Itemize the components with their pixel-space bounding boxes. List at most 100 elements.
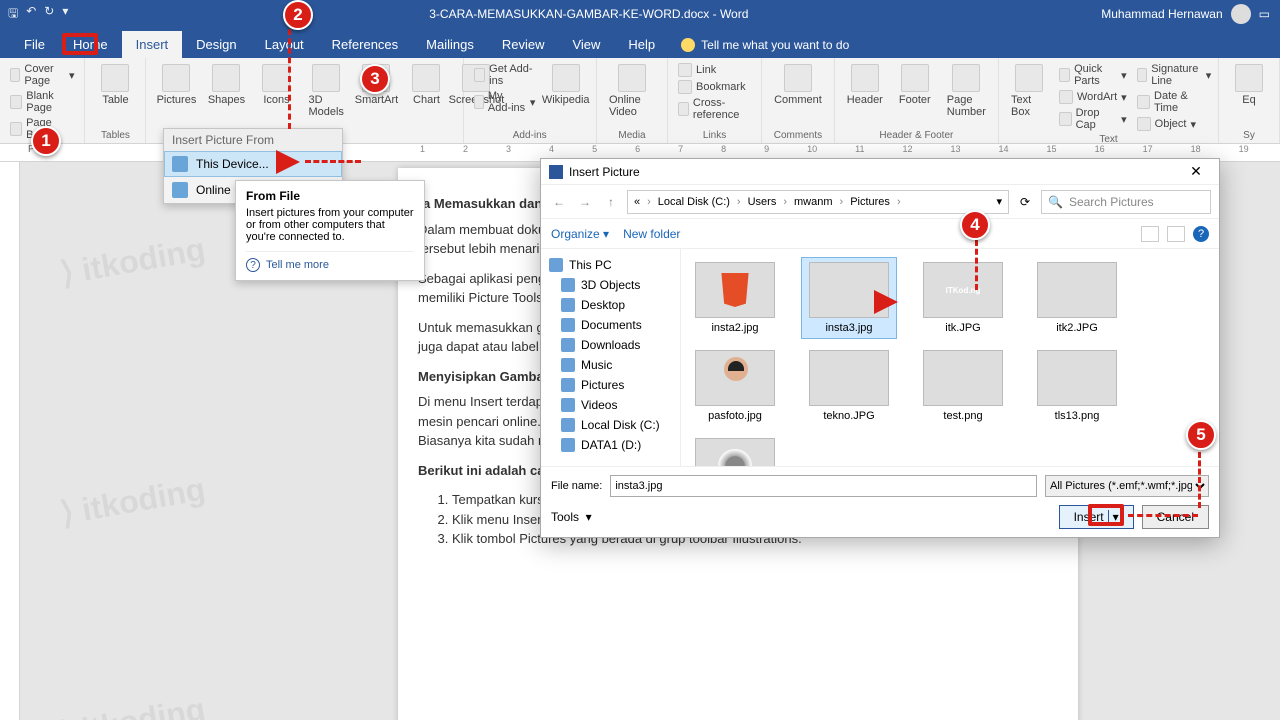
side-node[interactable]: DATA1 (D:) bbox=[545, 435, 676, 455]
link-button[interactable]: Link bbox=[676, 62, 753, 78]
tab-design[interactable]: Design bbox=[182, 31, 250, 58]
tab-file[interactable]: File bbox=[10, 31, 59, 58]
file-item[interactable]: pasfoto.jpg bbox=[687, 345, 783, 427]
equation-button[interactable]: Eq bbox=[1227, 62, 1271, 108]
forward-button[interactable]: → bbox=[575, 195, 595, 209]
new-folder-button[interactable]: New folder bbox=[623, 227, 680, 241]
cross-reference-button[interactable]: Cross-reference bbox=[676, 96, 753, 122]
footer-icon bbox=[901, 64, 929, 92]
tell-me-search[interactable]: Tell me what you want to do bbox=[669, 32, 861, 58]
side-node[interactable]: 3D Objects bbox=[545, 275, 676, 295]
file-item[interactable]: test.png bbox=[915, 345, 1011, 427]
pictures-button[interactable]: Pictures bbox=[154, 62, 198, 108]
chart-button[interactable]: Chart bbox=[404, 62, 448, 108]
signature-line-button[interactable]: Signature Line ▾ bbox=[1135, 62, 1214, 88]
file-item[interactable]: tls13.png bbox=[1029, 345, 1125, 427]
qat-customize-icon[interactable]: ▾ bbox=[62, 4, 68, 25]
file-thumbnail bbox=[809, 350, 889, 406]
header-button[interactable]: Header bbox=[843, 62, 887, 108]
quickparts-icon bbox=[1059, 68, 1070, 82]
side-node[interactable]: Desktop bbox=[545, 295, 676, 315]
view-button[interactable] bbox=[1141, 226, 1159, 242]
side-node[interactable]: Music bbox=[545, 355, 676, 375]
side-node[interactable]: This PC bbox=[545, 255, 676, 275]
insert-picture-dialog: Insert Picture ✕ ← → ↑ « Local Disk (C:)… bbox=[540, 158, 1220, 538]
online-video-button[interactable]: Online Video bbox=[605, 62, 659, 120]
side-node[interactable]: Downloads bbox=[545, 335, 676, 355]
bookmark-button[interactable]: Bookmark bbox=[676, 79, 753, 95]
shapes-button[interactable]: Shapes bbox=[204, 62, 248, 108]
date-time-button[interactable]: Date & Time bbox=[1135, 89, 1214, 115]
folder-icon bbox=[561, 378, 575, 392]
tab-mailings[interactable]: Mailings bbox=[412, 31, 488, 58]
dialog-titlebar: Insert Picture ✕ bbox=[541, 159, 1219, 185]
close-button[interactable]: ✕ bbox=[1181, 163, 1211, 180]
cancel-button[interactable]: Cancel bbox=[1142, 505, 1209, 529]
dialog-footer: File name: All Pictures (*.emf;*.wmf;*.j… bbox=[541, 466, 1219, 537]
side-node[interactable]: Videos bbox=[545, 395, 676, 415]
wordart-button[interactable]: WordArt ▾ bbox=[1057, 89, 1129, 105]
redo-icon[interactable]: ↻ bbox=[44, 4, 54, 25]
text-box-button[interactable]: Text Box bbox=[1007, 62, 1051, 120]
video-icon bbox=[618, 64, 646, 92]
file-item[interactable]: ttrend.jpg bbox=[687, 433, 783, 466]
file-item[interactable]: tekno.JPG bbox=[801, 345, 897, 427]
preview-button[interactable] bbox=[1167, 226, 1185, 242]
insert-split-icon[interactable]: ▾ bbox=[1108, 510, 1119, 524]
chevron-down-icon[interactable]: ▾ bbox=[996, 195, 1002, 208]
organize-button[interactable]: Organize ▾ bbox=[551, 227, 609, 241]
get-addins-button[interactable]: Get Add-ins bbox=[472, 62, 538, 88]
file-thumbnail bbox=[923, 350, 1003, 406]
footer-button[interactable]: Footer bbox=[893, 62, 937, 108]
drop-cap-button[interactable]: Drop Cap ▾ bbox=[1057, 106, 1129, 132]
blank-page-button[interactable]: Blank Page bbox=[8, 89, 76, 115]
object-button[interactable]: Object ▾ bbox=[1135, 116, 1214, 132]
datetime-icon bbox=[1137, 95, 1150, 109]
ribbon-display-icon[interactable]: ▭ bbox=[1259, 7, 1270, 21]
textbox-icon bbox=[1015, 64, 1043, 92]
page-number-button[interactable]: Page Number bbox=[943, 62, 990, 120]
undo-icon[interactable]: ↶ bbox=[26, 4, 36, 25]
annotation-dash bbox=[288, 29, 291, 129]
file-name: test.png bbox=[943, 410, 982, 422]
wikipedia-button[interactable]: Wikipedia bbox=[543, 62, 588, 108]
filetype-select[interactable]: All Pictures (*.emf;*.wmf;*.jpg;*.j bbox=[1045, 475, 1209, 497]
tools-dropdown[interactable]: Tools ▾ bbox=[551, 510, 592, 524]
tab-view[interactable]: View bbox=[558, 31, 614, 58]
tab-home[interactable]: Home bbox=[59, 31, 122, 58]
table-button[interactable]: Table bbox=[93, 62, 137, 108]
insert-button[interactable]: Insert▾ bbox=[1059, 505, 1134, 529]
quick-parts-button[interactable]: Quick Parts ▾ bbox=[1057, 62, 1129, 88]
back-button[interactable]: ← bbox=[549, 195, 569, 209]
tab-references[interactable]: References bbox=[318, 31, 412, 58]
my-addins-button[interactable]: My Add-ins ▾ bbox=[472, 89, 538, 115]
filename-label: File name: bbox=[551, 480, 602, 492]
tab-layout[interactable]: Layout bbox=[251, 31, 318, 58]
up-button[interactable]: ↑ bbox=[601, 195, 621, 209]
search-input[interactable]: 🔍Search Pictures bbox=[1041, 190, 1211, 214]
file-item[interactable]: itk2.JPG bbox=[1029, 257, 1125, 339]
tell-me-more-link[interactable]: ?Tell me more bbox=[246, 251, 414, 272]
tab-help[interactable]: Help bbox=[614, 31, 669, 58]
filename-input[interactable] bbox=[610, 475, 1037, 497]
tab-insert[interactable]: Insert bbox=[122, 31, 183, 58]
icons-button[interactable]: Icons bbox=[254, 62, 298, 108]
comment-button[interactable]: Comment bbox=[770, 62, 826, 108]
cover-page-button[interactable]: Cover Page ▾ bbox=[8, 62, 76, 88]
this-device-item[interactable]: This Device... bbox=[164, 151, 342, 177]
3d-models-button[interactable]: 3D Models bbox=[304, 62, 348, 120]
file-item[interactable]: insta2.jpg bbox=[687, 257, 783, 339]
file-item[interactable]: ITKod.ngitk.JPG bbox=[915, 257, 1011, 339]
help-button[interactable]: ? bbox=[1193, 226, 1209, 242]
save-icon[interactable]: 🖫 bbox=[8, 4, 18, 25]
refresh-button[interactable]: ⟳ bbox=[1015, 195, 1035, 209]
user-name: Muhammad Hernawan bbox=[1101, 7, 1222, 21]
quick-access-toolbar: 🖫 ↶ ↻ ▾ bbox=[0, 4, 76, 25]
breadcrumb[interactable]: « Local Disk (C:) Users mwanm Pictures ▾ bbox=[627, 190, 1009, 214]
account-area[interactable]: Muhammad Hernawan ▭ bbox=[1101, 4, 1280, 24]
file-thumbnail bbox=[695, 262, 775, 318]
side-node[interactable]: Pictures bbox=[545, 375, 676, 395]
tab-review[interactable]: Review bbox=[488, 31, 559, 58]
side-node[interactable]: Documents bbox=[545, 315, 676, 335]
side-node[interactable]: Local Disk (C:) bbox=[545, 415, 676, 435]
